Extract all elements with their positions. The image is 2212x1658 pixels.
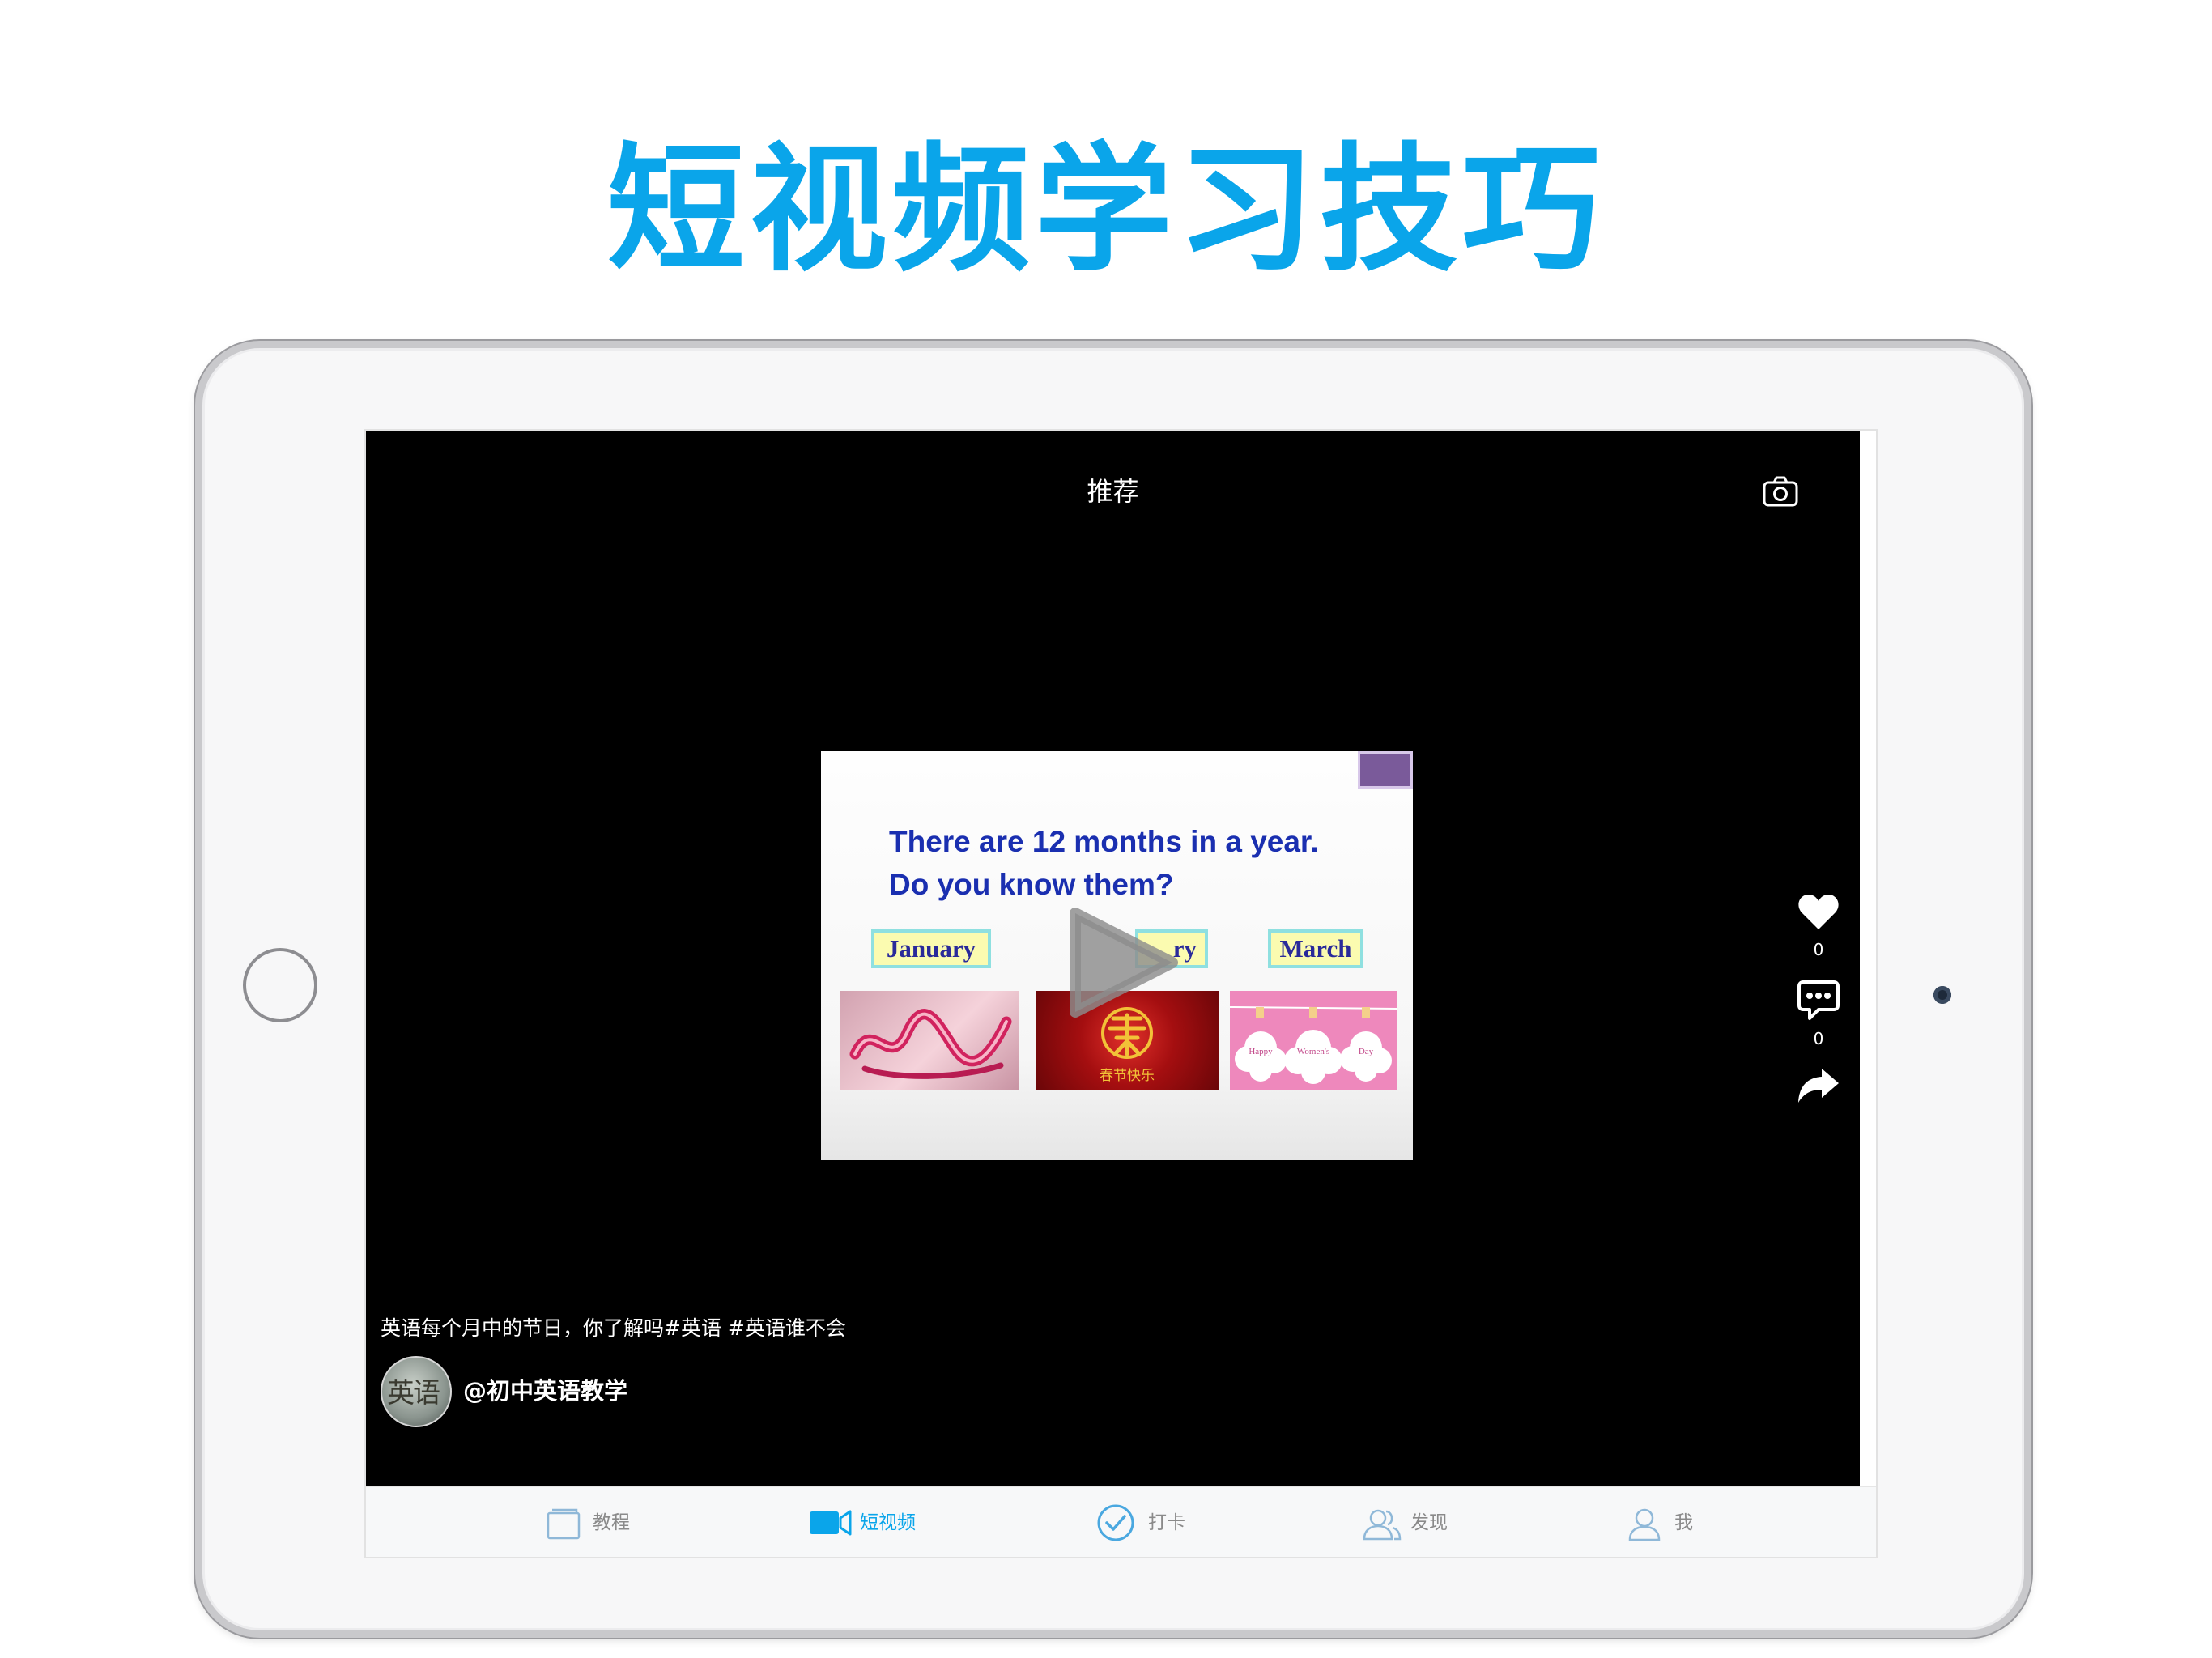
tab-bar: 教程 短视频 打卡 发现 我 [366,1486,1876,1557]
happy-new-year-picture [840,991,1019,1090]
womens-day-word-3: Day [1359,1047,1374,1056]
play-icon[interactable] [1062,902,1184,1023]
tab-check-in-label: 打卡 [1148,1512,1185,1533]
tablet-frame: 推荐 There are 12 months in a year. Do you… [195,341,2031,1638]
avatar[interactable]: 英语 [381,1356,452,1427]
page-title: 推荐 [1087,476,1139,507]
video-caption: 英语每个月中的节日，你了解吗#英语 #英语谁不会 [381,1316,846,1340]
tab-me[interactable]: 我 [1627,1487,1708,1557]
tab-discover-label: 发现 [1410,1512,1448,1533]
womens-day-word-2: Women's [1297,1047,1329,1056]
video-thumbnail[interactable]: There are 12 months in a year. Do you kn… [821,751,1413,1160]
month-label-january: January [871,929,991,968]
tab-short-video-label: 短视频 [860,1512,916,1533]
check-circle-icon [1097,1504,1134,1541]
like-count: 0 [1813,940,1824,959]
avatar-text: 英语 [387,1377,440,1409]
tab-tutorials-label: 教程 [593,1512,630,1533]
camera-icon[interactable] [1762,475,1799,508]
womens-day-word-1: Happy [1249,1047,1273,1056]
author-name[interactable]: @初中英语教学 [463,1375,627,1406]
womens-day-picture: Happy Women's Day [1230,991,1397,1090]
tab-tutorials[interactable]: 教程 [546,1487,635,1557]
tab-short-video[interactable]: 短视频 [808,1487,921,1557]
home-button[interactable] [243,948,317,1022]
front-camera-lens [1933,986,1951,1004]
happy-new-year-lettering [849,1009,1012,1079]
womens-day-flowers: Happy Women's Day [1230,1006,1397,1084]
comment-count: 0 [1813,1029,1824,1048]
tutorial-book-icon [547,1508,581,1540]
promo-headline: 短视频学习技巧 [606,130,1605,291]
tab-check-in[interactable]: 打卡 [1096,1487,1185,1557]
thumbnail-line-2: Do you know them? [889,868,1174,901]
tab-discover[interactable]: 发现 [1362,1487,1451,1557]
video-player[interactable]: 推荐 There are 12 months in a year. Do you… [366,431,1860,1486]
video-camera-icon [810,1510,852,1536]
like-icon[interactable] [1797,892,1840,933]
user-icon [1628,1508,1661,1541]
thumbnail-corner-badge [1358,751,1413,789]
tab-me-label: 我 [1674,1512,1693,1533]
users-icon [1363,1509,1402,1541]
thumbnail-line-1: There are 12 months in a year. [889,825,1319,858]
comment-icon[interactable] [1797,978,1840,1022]
month-label-march: March [1268,929,1363,968]
app-screen: 推荐 There are 12 months in a year. Do you… [364,429,1878,1558]
side-action-bar: 0 0 [1791,892,1846,1104]
spring-festival-caption: 春节快乐 [1100,1068,1155,1084]
share-icon[interactable] [1796,1067,1841,1104]
